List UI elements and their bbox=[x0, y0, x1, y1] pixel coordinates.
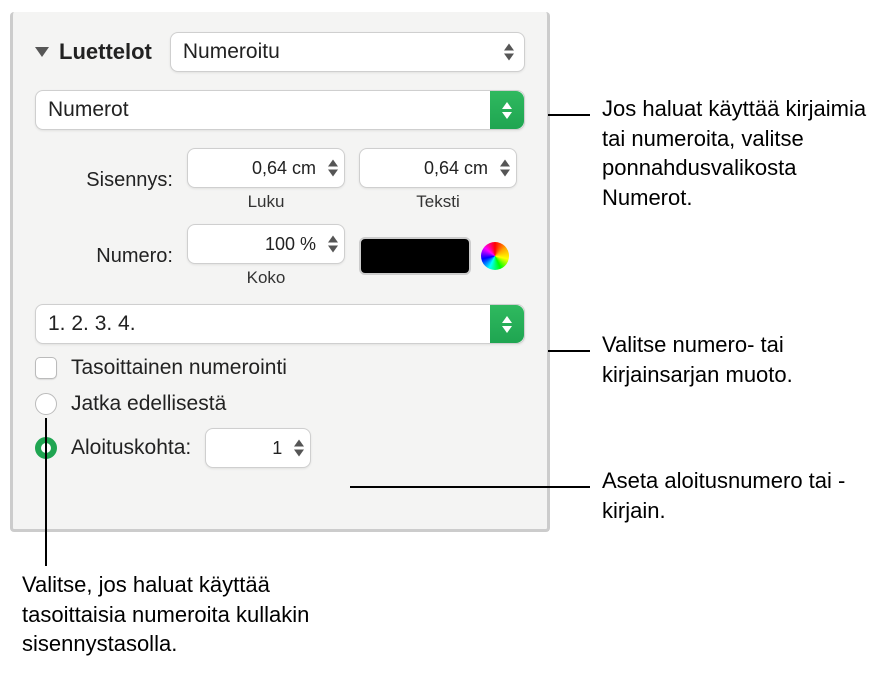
lists-panel: Luettelot Numeroitu Numerot Sisennys: 0,… bbox=[10, 12, 550, 532]
list-type-select[interactable]: Numeroitu bbox=[170, 32, 525, 72]
list-type-value: Numeroitu bbox=[183, 40, 280, 64]
indent-text-stepper[interactable]: 0,64 cm bbox=[359, 148, 517, 188]
tiered-numbering-checkbox[interactable] bbox=[35, 357, 57, 379]
number-color-well[interactable] bbox=[359, 237, 471, 275]
callout-leader-line bbox=[548, 114, 590, 116]
callout-leader-line bbox=[350, 486, 590, 488]
updown-stepper-icon bbox=[504, 44, 514, 61]
callout-tiered: Valitse, jos haluat käyttää tasoittaisia… bbox=[22, 570, 362, 659]
color-wheel-icon[interactable] bbox=[481, 242, 509, 270]
sequence-format-popup[interactable]: 1. 2. 3. 4. bbox=[35, 304, 525, 344]
number-format-value: Numerot bbox=[48, 98, 129, 122]
stepper-arrows-icon bbox=[328, 160, 338, 177]
indent-text-sublabel: Teksti bbox=[359, 192, 517, 212]
callout-leader-line bbox=[45, 418, 47, 566]
number-size-stepper[interactable]: 100 % bbox=[187, 224, 345, 264]
number-format-popup[interactable]: Numerot bbox=[35, 90, 525, 130]
callout-number-format: Jos haluat käyttää kirjaimia tai numeroi… bbox=[602, 94, 878, 213]
start-at-label: Aloituskohta: bbox=[71, 436, 191, 460]
callout-leader-line bbox=[548, 350, 590, 352]
indent-number-stepper[interactable]: 0,64 cm bbox=[187, 148, 345, 188]
start-at-stepper[interactable]: 1 bbox=[205, 428, 311, 468]
indent-text-value: 0,64 cm bbox=[370, 158, 488, 179]
sequence-format-value: 1. 2. 3. 4. bbox=[48, 312, 136, 336]
stepper-arrows-icon bbox=[294, 440, 304, 457]
popup-indicator-icon bbox=[490, 305, 524, 343]
tiered-numbering-label: Tasoittainen numerointi bbox=[71, 356, 287, 380]
number-size-sublabel: Koko bbox=[187, 268, 345, 288]
number-size-label: Numero: bbox=[61, 245, 173, 268]
stepper-arrows-icon bbox=[328, 236, 338, 253]
indent-label: Sisennys: bbox=[61, 169, 173, 192]
continue-radio-label: Jatka edellisestä bbox=[71, 392, 226, 416]
disclosure-triangle-icon[interactable] bbox=[35, 47, 49, 57]
stepper-arrows-icon bbox=[500, 160, 510, 177]
popup-indicator-icon bbox=[490, 91, 524, 129]
start-at-value: 1 bbox=[216, 438, 282, 459]
number-size-value: 100 % bbox=[198, 234, 316, 255]
callout-start-number: Aseta aloitusnumero tai -kirjain. bbox=[602, 466, 878, 525]
section-title: Luettelot bbox=[59, 39, 152, 65]
continue-radio[interactable] bbox=[35, 393, 57, 415]
callout-sequence-format: Valitse numero- tai kirjainsarjan muoto. bbox=[602, 330, 878, 389]
indent-number-value: 0,64 cm bbox=[198, 158, 316, 179]
indent-number-sublabel: Luku bbox=[187, 192, 345, 212]
